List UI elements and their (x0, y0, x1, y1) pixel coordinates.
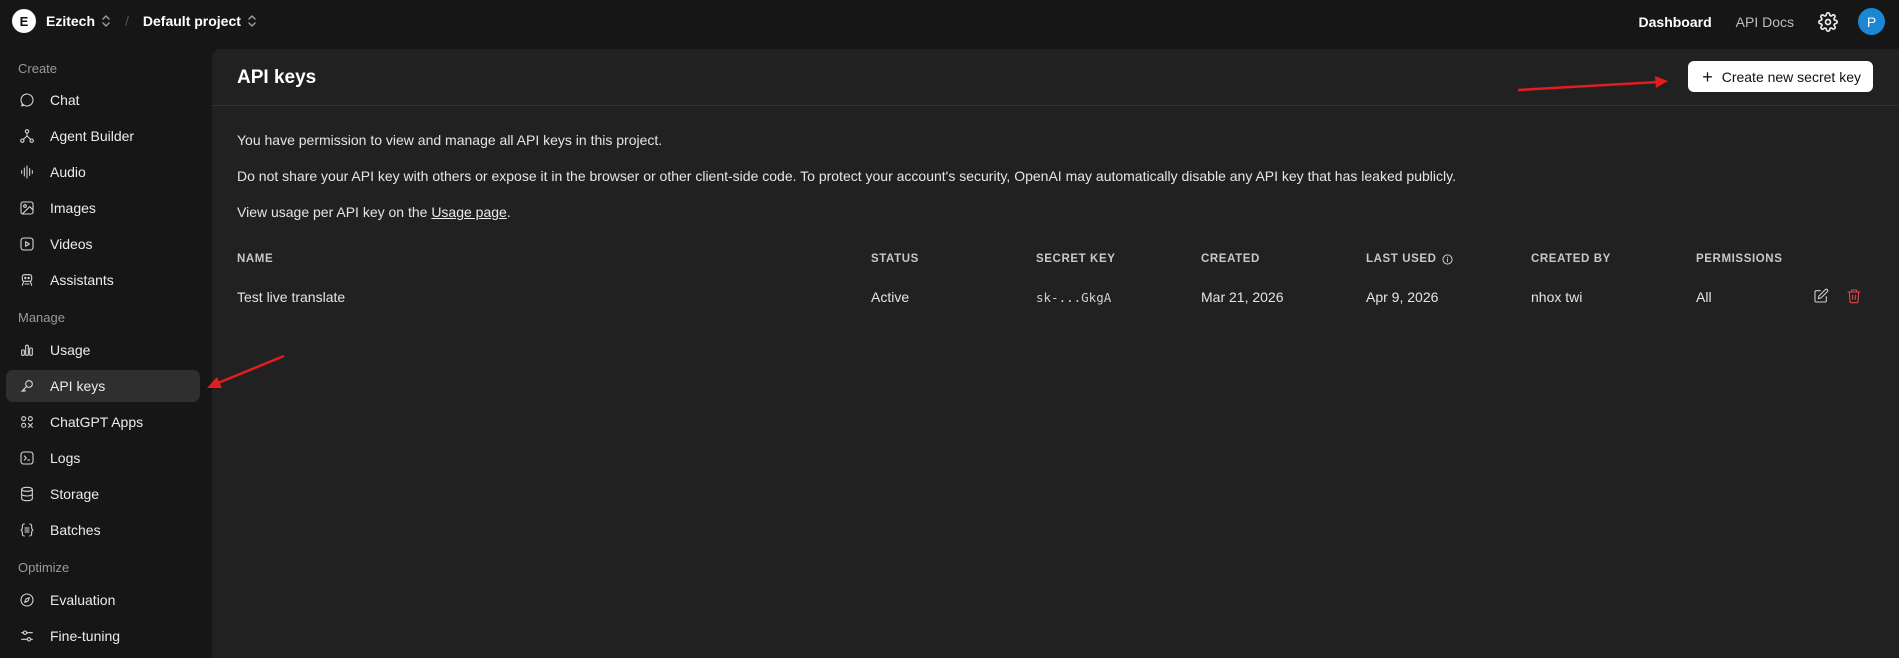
api-docs-link[interactable]: API Docs (1736, 14, 1794, 30)
secret-key-cell: sk-...GkgA (1036, 290, 1112, 305)
logs-icon (18, 449, 36, 467)
breadcrumb-separator: / (125, 13, 129, 29)
main-panel: API keys + Create new secret key You hav… (212, 49, 1899, 658)
assistants-icon (18, 271, 36, 289)
sidebar-item-images[interactable]: Images (6, 192, 200, 224)
usage-note-suffix: . (506, 204, 511, 220)
created-by-cell: nhox twi (1531, 289, 1583, 305)
column-header-last-used: LAST USED (1366, 253, 1453, 265)
sidebar-section-optimize: Optimize (18, 560, 70, 575)
sidebar-item-label: Evaluation (50, 592, 116, 608)
usage-note-prefix: View usage per API key on the (237, 204, 432, 220)
sidebar-item-agent-builder[interactable]: Agent Builder (6, 120, 200, 152)
permissions-cell: All (1696, 289, 1712, 305)
info-icon[interactable] (1441, 253, 1453, 265)
chevron-updown-icon (101, 14, 111, 28)
key-icon (18, 377, 36, 395)
audio-icon (18, 163, 36, 181)
page-header: API keys + Create new secret key (212, 49, 1899, 106)
gear-icon[interactable] (1818, 11, 1838, 32)
sidebar-section-create: Create (18, 61, 58, 76)
dashboard-link[interactable]: Dashboard (1639, 14, 1712, 30)
page-title: API keys (237, 67, 317, 88)
chevron-updown-icon[interactable] (247, 14, 257, 28)
sidebar-item-label: Images (50, 200, 96, 216)
key-name-cell: Test live translate (237, 289, 346, 305)
sidebar-item-label: ChatGPT Apps (50, 414, 144, 430)
edit-icon[interactable] (1812, 287, 1830, 305)
column-header-status: STATUS (871, 253, 919, 265)
images-icon (18, 199, 36, 217)
delete-icon[interactable] (1845, 287, 1863, 305)
sidebar-item-assistants[interactable]: Assistants (6, 264, 200, 296)
column-header-secret-key: SECRET KEY (1036, 253, 1116, 265)
sidebar-item-logs[interactable]: Logs (6, 442, 200, 474)
security-note: Do not share your API key with others or… (237, 168, 1456, 184)
sidebar-item-videos[interactable]: Videos (6, 228, 200, 260)
org-switcher[interactable]: E Ezitech / Default project (12, 9, 257, 33)
key-status-cell: Active (871, 289, 910, 305)
last-used-cell: Apr 9, 2026 (1366, 289, 1439, 305)
sidebar-item-label: Audio (50, 164, 86, 180)
sidebar-item-label: Fine-tuning (50, 628, 121, 644)
project-name[interactable]: Default project (143, 13, 241, 29)
sidebar-item-batches[interactable]: Batches (6, 514, 200, 546)
sidebar-item-label: Agent Builder (50, 128, 135, 144)
sidebar-item-label: API keys (50, 378, 106, 394)
videos-icon (18, 235, 36, 253)
chat-icon (18, 91, 36, 109)
top-right-nav: Dashboard API Docs P (1639, 8, 1885, 35)
sidebar-item-label: Assistants (50, 272, 114, 288)
column-header-last-used-label: LAST USED (1366, 253, 1437, 265)
column-header-created: CREATED (1201, 253, 1260, 265)
evaluation-icon (18, 591, 36, 609)
created-cell: Mar 21, 2026 (1201, 289, 1284, 305)
org-badge: E (12, 9, 36, 33)
sidebar-item-audio[interactable]: Audio (6, 156, 200, 188)
sidebar-item-label: Batches (50, 522, 101, 538)
plus-icon: + (1702, 66, 1713, 87)
batches-icon (18, 521, 36, 539)
fine-tuning-icon (18, 627, 36, 645)
sidebar-section-manage: Manage (18, 310, 65, 325)
top-bar: E Ezitech / Default project Dashboard AP… (0, 0, 1899, 42)
usage-icon (18, 341, 36, 359)
sidebar-item-storage[interactable]: Storage (6, 478, 200, 510)
column-header-permissions: PERMISSIONS (1696, 253, 1783, 265)
sidebar-item-label: Storage (50, 486, 100, 502)
column-header-name: NAME (237, 253, 274, 265)
org-name: Ezitech (46, 13, 96, 29)
sidebar-item-chat[interactable]: Chat (6, 84, 200, 116)
sidebar-item-label: Usage (50, 342, 91, 358)
apps-icon (18, 413, 36, 431)
agent-builder-icon (18, 127, 36, 145)
sidebar-item-api-keys[interactable]: API keys (6, 370, 200, 402)
usage-page-link[interactable]: Usage page (431, 204, 507, 220)
usage-note: View usage per API key on the Usage page… (237, 204, 511, 220)
sidebar-item-label: Videos (50, 236, 93, 252)
sidebar-item-chatgpt-apps[interactable]: ChatGPT Apps (6, 406, 200, 438)
sidebar-item-usage[interactable]: Usage (6, 334, 200, 366)
storage-icon (18, 485, 36, 503)
column-header-created-by: CREATED BY (1531, 253, 1611, 265)
sidebar: Create Chat Agent Builder Audio Images V… (0, 42, 212, 658)
sidebar-item-fine-tuning[interactable]: Fine-tuning (6, 620, 200, 652)
create-button-label: Create new secret key (1721, 68, 1861, 85)
sidebar-item-label: Chat (50, 92, 80, 108)
sidebar-item-evaluation[interactable]: Evaluation (6, 584, 200, 616)
sidebar-item-label: Logs (50, 450, 81, 466)
avatar[interactable]: P (1858, 8, 1885, 35)
create-new-secret-key-button[interactable]: + Create new secret key (1688, 61, 1873, 92)
permission-note: You have permission to view and manage a… (237, 132, 663, 148)
